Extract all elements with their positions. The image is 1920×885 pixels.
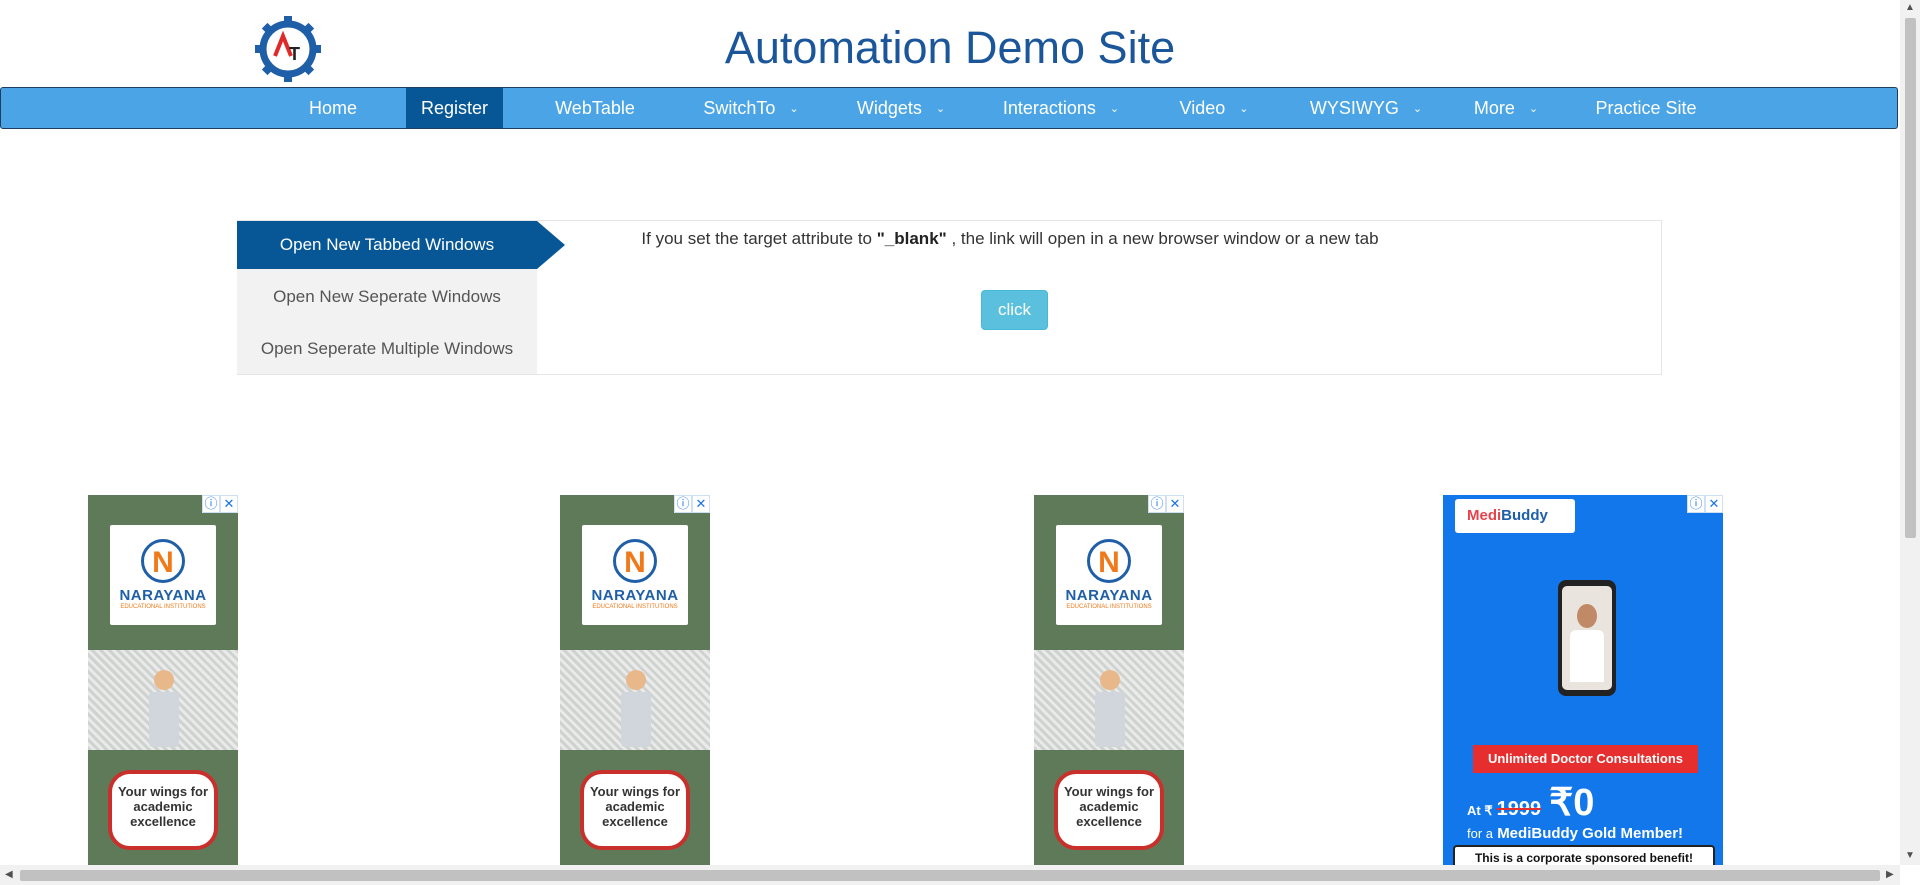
price-new: ₹0 [1549,782,1595,824]
nav-register-label: Register [420,98,489,118]
ad-narayana-1[interactable]: ⓘ ✕ N NARAYANA EDUCATIONAL INSTITUTIONS … [88,495,238,865]
nav-video-label: Video [1179,98,1226,118]
scroll-up-icon[interactable]: ▲ [1905,2,1915,13]
tab-description: If you set the target attribute to "_bla… [610,226,1410,251]
narayana-n: N [1087,539,1131,583]
close-icon[interactable]: ✕ [1705,495,1723,513]
ad-controls: ⓘ ✕ [1687,495,1723,513]
close-icon[interactable]: ✕ [1166,495,1184,513]
nav-wysiwyg-label: WYSIWYG [1309,98,1399,118]
ad-slogan: Your wings for academic excellence [580,770,690,850]
nav-more-label: More [1473,98,1515,118]
chevron-down-icon: ⌄ [1109,103,1120,115]
window-tabs: Open New Tabbed Windows Open New Seperat… [237,221,537,374]
tab-open-seperate-multiple-windows[interactable]: Open Seperate Multiple Windows [237,325,537,373]
narayana-n: N [141,539,185,583]
horizontal-scrollbar[interactable]: ◀ ▶ [0,865,1900,885]
ad-narayana-2[interactable]: ⓘ ✕ N NARAYANA EDUCATIONAL INSTITUTIONS … [560,495,710,865]
scroll-left-icon[interactable]: ◀ [5,869,13,880]
horizontal-scroll-thumb[interactable] [20,870,1880,881]
price-old: 1999 [1496,798,1542,820]
logo-buddy: Buddy [1501,507,1548,524]
nav-widgets-label: Widgets [856,98,922,118]
description-pre: If you set the target attribute to [641,229,877,248]
phone-illustration [1558,580,1616,696]
close-icon[interactable]: ✕ [692,495,710,513]
page-title: Automation Demo Site [724,22,1176,73]
nav-wysiwyg[interactable]: WYSIWYG ⌄ [1296,88,1436,128]
nav-register[interactable]: Register [406,88,503,128]
medibuddy-logo: MediBuddy [1455,499,1575,533]
member-pre: for a [1467,826,1494,841]
ad-controls: ⓘ ✕ [674,495,710,513]
nav-webtable-label: WebTable [555,98,635,118]
narayana-n: N [613,539,657,583]
tab-open-new-seperate-windows[interactable]: Open New Seperate Windows [237,273,537,321]
narayana-sub: EDUCATIONAL INSTITUTIONS [120,604,206,610]
ad-slogan: Your wings for academic excellence [108,770,218,850]
vertical-scrollbar[interactable]: ▲ ▼ [1900,0,1920,865]
narayana-sub: EDUCATIONAL INSTITUTIONS [1066,604,1152,610]
info-icon[interactable]: ⓘ [1148,495,1166,513]
nav-home[interactable]: Home [291,88,375,128]
price-at: At ₹ [1467,803,1493,818]
description-code: "_blank" [876,229,947,248]
kid-illustration [1094,670,1126,750]
narayana-logo: N NARAYANA EDUCATIONAL INSTITUTIONS [582,525,688,625]
vertical-scroll-thumb[interactable] [1905,18,1916,538]
nav-interactions[interactable]: Interactions ⌄ [991,88,1131,128]
info-icon[interactable]: ⓘ [1687,495,1705,513]
close-icon[interactable]: ✕ [220,495,238,513]
narayana-name: NARAYANA [591,587,679,604]
narayana-sub: EDUCATIONAL INSTITUTIONS [592,604,678,610]
price-line: At ₹1999 ₹0 [1467,780,1594,825]
chevron-down-icon: ⌄ [1412,103,1423,115]
active-tab-arrow [537,221,565,269]
nav-interactions-label: Interactions [1002,98,1096,118]
nav-video[interactable]: Video ⌄ [1164,88,1264,128]
ad-slogan: Your wings for academic excellence [1054,770,1164,850]
nav-practice-site[interactable]: Practice Site [1581,88,1711,128]
narayana-logo: N NARAYANA EDUCATIONAL INSTITUTIONS [110,525,216,625]
kid-illustration [620,670,652,750]
scroll-right-icon[interactable]: ▶ [1886,869,1894,880]
info-icon[interactable]: ⓘ [674,495,692,513]
narayana-name: NARAYANA [1065,587,1153,604]
kid-illustration [148,670,180,750]
chevron-down-icon: ⌄ [935,103,946,115]
ad-ribbon: Unlimited Doctor Consultations [1473,745,1698,773]
click-button[interactable]: click [981,290,1048,330]
nav-switchto-label: SwitchTo [703,98,776,118]
info-icon[interactable]: ⓘ [202,495,220,513]
narayana-name: NARAYANA [119,587,207,604]
nav-home-label: Home [308,98,357,118]
ad-narayana-3[interactable]: ⓘ ✕ N NARAYANA EDUCATIONAL INSTITUTIONS … [1034,495,1184,865]
chevron-down-icon: ⌄ [1239,103,1249,115]
narayana-logo: N NARAYANA EDUCATIONAL INSTITUTIONS [1056,525,1162,625]
sponsored-note: This is a corporate sponsored benefit! [1453,845,1715,865]
member-text: for a MediBuddy Gold Member! [1467,825,1683,842]
nav-switchto[interactable]: SwitchTo ⌄ [691,88,811,128]
scroll-down-icon[interactable]: ▼ [1905,850,1915,861]
chevron-down-icon: ⌄ [789,103,799,115]
ad-controls: ⓘ ✕ [1148,495,1184,513]
tab-open-new-tabbed-windows[interactable]: Open New Tabbed Windows [237,221,537,269]
ad-controls: ⓘ ✕ [202,495,238,513]
nav-practice-site-label: Practice Site [1595,98,1697,118]
description-post: , the link will open in a new browser wi… [946,229,1379,248]
nav-more[interactable]: More ⌄ [1461,88,1551,128]
chevron-down-icon: ⌄ [1528,103,1539,115]
member-name: MediBuddy Gold Member! [1497,825,1684,842]
nav-widgets[interactable]: Widgets ⌄ [841,88,961,128]
nav-webtable[interactable]: WebTable [541,88,649,128]
ad-medibuddy[interactable]: ⓘ ✕ MediBuddy Unlimited Doctor Consultat… [1443,495,1723,865]
logo-medi: Medi [1467,507,1502,524]
main-navbar: Home Register WebTable SwitchTo ⌄ Widgets… [0,87,1898,129]
